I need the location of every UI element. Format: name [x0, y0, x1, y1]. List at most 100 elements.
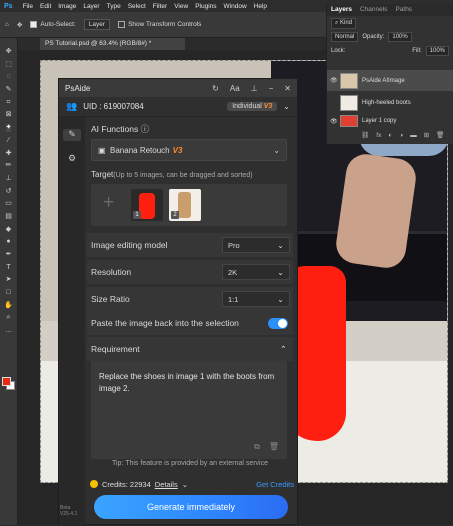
eyedropper-icon[interactable]: ⁄	[8, 137, 9, 145]
auto-select-checkbox[interactable]: Auto-Select:	[30, 20, 76, 29]
menu-type[interactable]: Type	[107, 3, 121, 10]
layer-item-layer-1-copy[interactable]: 👁 Layer 1 copy	[327, 114, 453, 128]
foreground-color-swatch[interactable]	[2, 377, 11, 386]
chevron-up-icon[interactable]: ⌃	[280, 344, 287, 355]
status-line-2: V25.4.1	[60, 511, 78, 517]
layer-item-psaide-aiimage[interactable]: 👁 PsAide AIImage	[327, 70, 453, 91]
get-credits-link[interactable]: Get Credits	[256, 480, 294, 489]
pin-icon[interactable]: ⊥	[251, 84, 258, 93]
move-icon[interactable]: ✥	[17, 21, 22, 29]
target-label: Target	[91, 170, 114, 179]
quick-select-icon[interactable]: ✎	[6, 86, 12, 94]
ai-tool-icon[interactable]: ✦	[5, 124, 12, 133]
crop-tool-icon[interactable]: ⌗	[7, 99, 11, 107]
gear-icon[interactable]: ⚙	[66, 153, 78, 165]
menu-layer[interactable]: Layer	[83, 3, 99, 10]
gradient-tool-icon[interactable]: ▤	[5, 213, 12, 221]
document-tab[interactable]: PS Tutorial.psd @ 63.4% (RGB/8#) *	[40, 38, 185, 50]
menu-help[interactable]: Help	[254, 3, 267, 10]
auto-select-label: Auto-Select:	[40, 21, 76, 29]
trash-icon[interactable]: 🗑	[436, 131, 444, 139]
ai-function-dropdown[interactable]: ▣ Banana Retouch V3 ⌄	[91, 139, 287, 161]
type-tool-icon[interactable]: T	[6, 264, 10, 272]
tab-channels[interactable]: Channels	[360, 6, 387, 14]
info-icon[interactable]: ⓘ	[141, 124, 150, 134]
uid-label: UID : 619007084	[83, 102, 144, 111]
fill-field[interactable]: 100%	[425, 46, 449, 56]
trash-icon[interactable]: 🗑	[269, 441, 279, 453]
show-transform-checkbox[interactable]: Show Transform Controls	[118, 20, 201, 28]
brush-tool-icon[interactable]: ✏	[6, 162, 12, 170]
menu-window[interactable]: Window	[224, 3, 247, 10]
history-icon[interactable]: ⧉	[254, 441, 260, 453]
eraser-tool-icon[interactable]: ▭	[5, 200, 12, 208]
adjustment-icon[interactable]: ◑	[399, 132, 403, 139]
frame-tool-icon[interactable]: ⊠	[6, 111, 12, 119]
tab-paths[interactable]: Paths	[395, 6, 412, 14]
ratio-value: 1:1	[228, 294, 239, 304]
auto-select-dropdown[interactable]: Layer	[83, 19, 111, 30]
requirement-row[interactable]: Requirement ⌃	[87, 337, 293, 361]
zoom-tool-icon[interactable]: ⌕	[7, 314, 11, 322]
stamp-tool-icon[interactable]: ⊥	[5, 175, 11, 183]
more-tools-icon[interactable]: …	[5, 327, 12, 335]
folder-icon[interactable]: ▬	[410, 132, 417, 139]
dodge-tool-icon[interactable]: ●	[6, 238, 10, 246]
chevron-down-icon[interactable]: ⌄	[283, 102, 290, 111]
paste-back-toggle[interactable]	[268, 317, 288, 329]
menu-edit[interactable]: Edit	[40, 3, 51, 10]
home-icon[interactable]: ⌂	[5, 21, 9, 28]
menu-file[interactable]: File	[23, 3, 33, 10]
menu-plugins[interactable]: Plugins	[195, 3, 216, 10]
link-layers-icon[interactable]: ⛓	[361, 131, 369, 139]
toggle-knob	[278, 318, 287, 328]
layer-name: PsAide AIImage	[362, 77, 405, 84]
ratio-row: Size Ratio 1:1 ⌄	[87, 287, 293, 311]
resolution-dropdown[interactable]: 2K ⌄	[222, 264, 290, 280]
menu-filter[interactable]: Filter	[153, 3, 167, 10]
edit-icon[interactable]: ✎	[63, 129, 81, 141]
path-select-icon[interactable]: ➤	[6, 276, 12, 284]
add-image-button[interactable]: +	[103, 192, 114, 214]
opacity-field[interactable]: 100%	[388, 32, 412, 42]
chevron-down-icon: ⌄	[277, 240, 284, 250]
model-row: Image editing model Pro ⌄	[87, 233, 293, 257]
generate-button[interactable]: Generate immediately	[94, 495, 288, 519]
hand-tool-icon[interactable]: ✋	[4, 302, 13, 310]
menu-select[interactable]: Select	[128, 3, 146, 10]
layer-item-high-heeled-boots[interactable]: High-heeled boots	[327, 92, 453, 113]
users-icon: 👥	[66, 101, 78, 111]
menu-view[interactable]: View	[174, 3, 188, 10]
photoshop-logo: Ps	[4, 2, 13, 10]
tab-layers[interactable]: Layers	[331, 6, 352, 14]
visibility-eye-icon[interactable]: 👁	[330, 77, 338, 84]
healing-brush-icon[interactable]: ✚	[6, 150, 12, 158]
pen-tool-icon[interactable]: ✒	[6, 251, 12, 259]
refresh-icon[interactable]: ↻	[212, 84, 219, 93]
visibility-eye-icon[interactable]: 👁	[330, 118, 338, 125]
shape-tool-icon[interactable]: □	[6, 289, 10, 297]
chevron-down-icon[interactable]: ⌄	[182, 480, 188, 489]
new-layer-icon[interactable]: ⊞	[424, 131, 429, 139]
blur-tool-icon[interactable]: ◆	[6, 226, 11, 234]
font-size-icon[interactable]: Aa	[230, 84, 240, 93]
kind-filter-dropdown[interactable]: ⌕ Kind	[331, 17, 357, 29]
close-icon[interactable]: ✕	[284, 84, 291, 93]
ratio-dropdown[interactable]: 1:1 ⌄	[222, 291, 290, 307]
details-link[interactable]: Details	[155, 480, 178, 489]
model-dropdown[interactable]: Pro ⌄	[222, 237, 290, 253]
move-tool-icon[interactable]: ✥	[6, 48, 12, 56]
target-image-1[interactable]: 1	[131, 189, 163, 221]
menu-image[interactable]: Image	[58, 3, 76, 10]
fx-icon[interactable]: fx	[376, 132, 381, 139]
requirement-textarea[interactable]: Replace the shoes in image 1 with the bo…	[91, 361, 287, 459]
red-shoe-thumbnail	[139, 193, 155, 219]
marquee-tool-icon[interactable]: ⬚	[5, 61, 12, 69]
target-heading: Target(Up to 5 images, can be dragged an…	[91, 170, 253, 179]
target-image-2[interactable]: 2	[169, 189, 201, 221]
lasso-tool-icon[interactable]: ◌	[6, 73, 10, 81]
history-brush-icon[interactable]: ↺	[6, 188, 12, 196]
blend-mode-dropdown[interactable]: Normal	[331, 32, 359, 42]
minimize-icon[interactable]: −	[269, 84, 274, 93]
mask-icon[interactable]: ◐	[388, 132, 392, 139]
